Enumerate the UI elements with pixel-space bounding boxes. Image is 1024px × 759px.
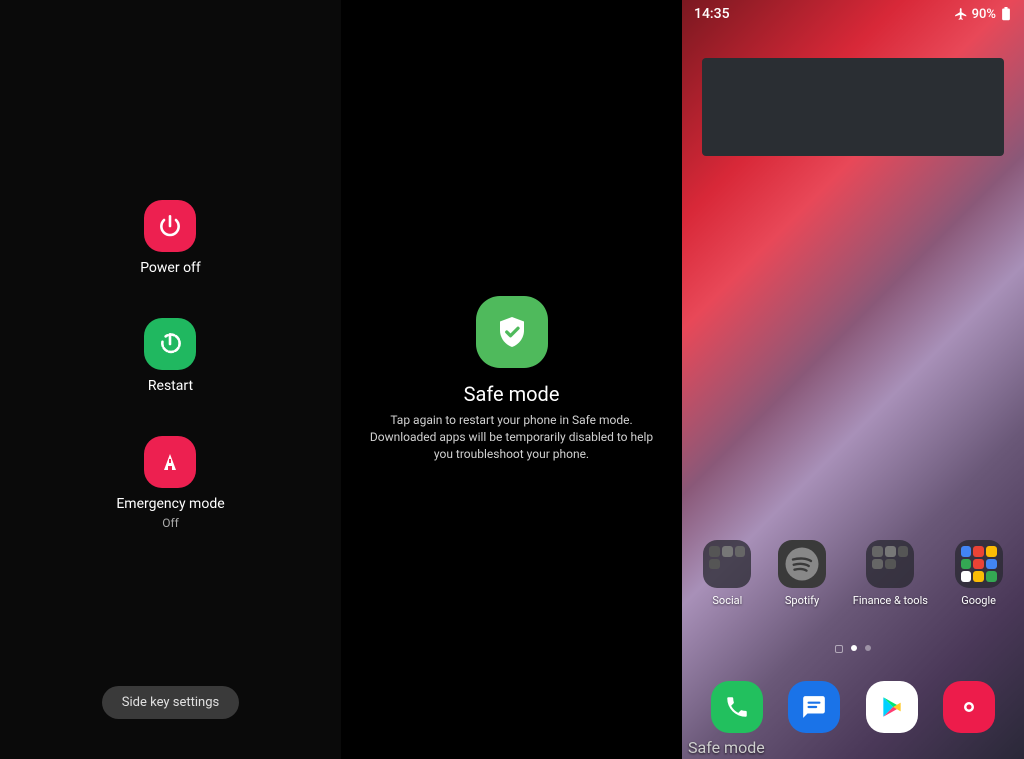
emergency-mode-button[interactable]: Emergency mode Off bbox=[116, 436, 224, 530]
home-screen-panel: 14:35 90% Social Spotify bbox=[682, 0, 1024, 759]
app-finance[interactable]: Finance & tools bbox=[853, 540, 928, 607]
folder-icon bbox=[955, 540, 1003, 588]
app-social[interactable]: Social bbox=[703, 540, 751, 607]
safe-mode-confirm-panel: Safe mode Tap again to restart your phon… bbox=[341, 0, 682, 759]
app-label: Spotify bbox=[785, 594, 819, 607]
dock-phone[interactable] bbox=[711, 681, 763, 733]
restart-icon bbox=[144, 318, 196, 370]
folder-icon bbox=[703, 540, 751, 588]
status-bar: 14:35 90% bbox=[682, 0, 1024, 28]
power-options: Power off Restart Emergency mode Off bbox=[116, 200, 224, 572]
emergency-sublabel: Off bbox=[162, 516, 179, 530]
app-row: Social Spotify Finance & tools Google bbox=[682, 540, 1024, 607]
safe-mode-confirm[interactable]: Safe mode Tap again to restart your phon… bbox=[341, 296, 682, 462]
power-off-icon bbox=[144, 200, 196, 252]
dock-messages[interactable] bbox=[788, 681, 840, 733]
safe-mode-title: Safe mode bbox=[464, 382, 560, 406]
dock-camera[interactable] bbox=[943, 681, 995, 733]
restart-button[interactable]: Restart bbox=[144, 318, 196, 394]
spotify-icon bbox=[778, 540, 826, 588]
app-spotify[interactable]: Spotify bbox=[778, 540, 826, 607]
app-label: Social bbox=[712, 594, 742, 607]
status-time: 14:35 bbox=[694, 6, 730, 22]
dock bbox=[682, 681, 1024, 733]
page-dot bbox=[865, 645, 871, 651]
airplane-icon bbox=[954, 7, 968, 21]
home-page-dot bbox=[835, 645, 843, 653]
app-label: Google bbox=[961, 594, 996, 607]
safe-mode-badge: Safe mode bbox=[688, 738, 765, 757]
app-google[interactable]: Google bbox=[955, 540, 1003, 607]
page-dot-active bbox=[851, 645, 857, 651]
side-key-settings-button[interactable]: Side key settings bbox=[102, 686, 239, 719]
safe-mode-description: Tap again to restart your phone in Safe … bbox=[369, 412, 654, 462]
emergency-icon bbox=[144, 436, 196, 488]
battery-icon bbox=[1000, 7, 1012, 21]
app-label: Finance & tools bbox=[853, 594, 928, 607]
safe-mode-icon bbox=[476, 296, 548, 368]
home-widget-placeholder[interactable] bbox=[702, 58, 1004, 156]
restart-label: Restart bbox=[148, 378, 193, 394]
page-indicator[interactable] bbox=[682, 645, 1024, 653]
dock-play-store[interactable] bbox=[866, 681, 918, 733]
status-battery-text: 90% bbox=[972, 7, 996, 22]
power-off-button[interactable]: Power off bbox=[140, 200, 201, 276]
status-right: 90% bbox=[954, 7, 1012, 22]
emergency-label: Emergency mode bbox=[116, 496, 224, 512]
folder-icon bbox=[866, 540, 914, 588]
power-off-label: Power off bbox=[140, 260, 201, 276]
power-menu-panel: Power off Restart Emergency mode Off Sid… bbox=[0, 0, 341, 759]
